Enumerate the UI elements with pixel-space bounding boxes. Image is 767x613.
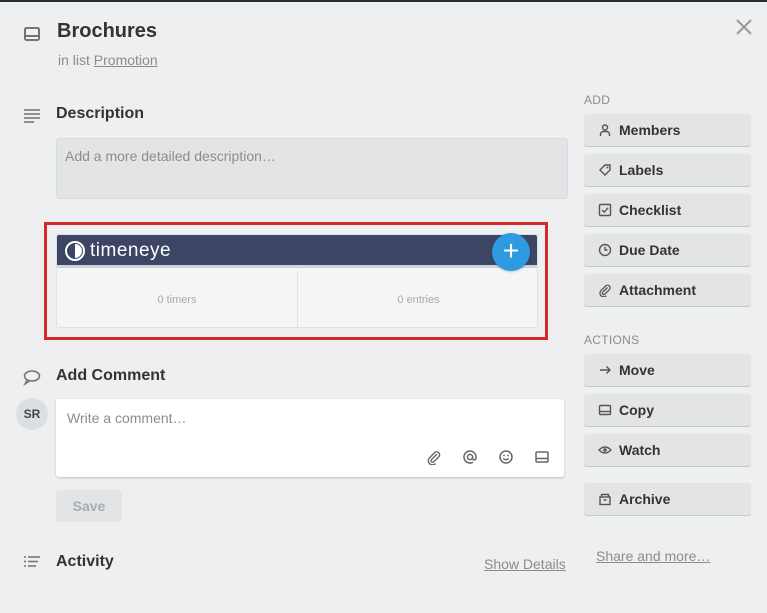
timeneye-logo-text: timeneye (90, 240, 172, 261)
description-input[interactable]: Add a more detailed description… (56, 138, 568, 199)
eye-icon (598, 443, 612, 457)
move-label: Move (619, 362, 655, 378)
tag-icon (598, 163, 612, 177)
paperclip-icon (598, 283, 612, 297)
labels-button[interactable]: Labels (584, 154, 751, 186)
timeneye-header: timeneye (57, 235, 537, 268)
watch-button[interactable]: Watch (584, 434, 751, 466)
activity-title: Activity (56, 553, 114, 570)
avatar[interactable]: SR (16, 398, 48, 430)
labels-label: Labels (619, 162, 664, 178)
copy-label: Copy (619, 402, 654, 418)
timeneye-widget: timeneye 0 timers 0 entries (56, 234, 538, 328)
card-title[interactable]: Brochures (57, 20, 157, 43)
card-icon[interactable] (534, 449, 550, 465)
close-icon[interactable] (733, 16, 755, 38)
card-icon (598, 403, 612, 417)
add-comment-title: Add Comment (56, 367, 166, 384)
move-button[interactable]: Move (584, 354, 751, 386)
clock-icon (598, 243, 612, 257)
members-button[interactable]: Members (584, 114, 751, 146)
in-list-text: in list Promotion (58, 52, 158, 68)
person-icon (598, 123, 612, 137)
comment-input[interactable]: Write a comment… (67, 410, 187, 426)
add-section-label: ADD (584, 93, 611, 107)
archive-icon (598, 492, 612, 506)
comment-icon (22, 368, 42, 386)
share-and-more-link[interactable]: Share and more… (596, 548, 710, 564)
smiley-icon[interactable] (498, 449, 514, 465)
timers-count[interactable]: 0 timers (57, 271, 298, 327)
comment-box[interactable]: Write a comment… (56, 399, 564, 477)
arrow-right-icon (598, 363, 612, 377)
card-icon (22, 24, 42, 44)
checkbox-icon (598, 203, 612, 217)
due-date-button[interactable]: Due Date (584, 234, 751, 266)
checklist-button[interactable]: Checklist (584, 194, 751, 226)
paperclip-icon[interactable] (426, 449, 442, 466)
attachment-button[interactable]: Attachment (584, 274, 751, 306)
due-date-label: Due Date (619, 242, 680, 258)
description-title: Description (56, 105, 145, 122)
timeneye-logo-icon (64, 240, 86, 262)
description-icon (22, 106, 42, 126)
timeneye-logo: timeneye (64, 240, 171, 262)
copy-button[interactable]: Copy (584, 394, 751, 426)
watch-label: Watch (619, 442, 661, 458)
archive-label: Archive (619, 491, 671, 507)
show-details-link[interactable]: Show Details (484, 556, 566, 572)
checklist-label: Checklist (619, 202, 682, 218)
in-list-prefix: in list (58, 52, 90, 68)
timeneye-add-button[interactable]: + (492, 233, 530, 271)
archive-button[interactable]: Archive (584, 483, 751, 515)
list-link[interactable]: Promotion (94, 52, 158, 68)
entries-count[interactable]: 0 entries (298, 271, 537, 327)
attachment-label: Attachment (619, 282, 697, 298)
save-button[interactable]: Save (56, 490, 122, 522)
activity-icon (22, 554, 42, 572)
members-label: Members (619, 122, 681, 138)
at-icon[interactable] (462, 449, 478, 465)
actions-section-label: ACTIONS (584, 333, 640, 347)
